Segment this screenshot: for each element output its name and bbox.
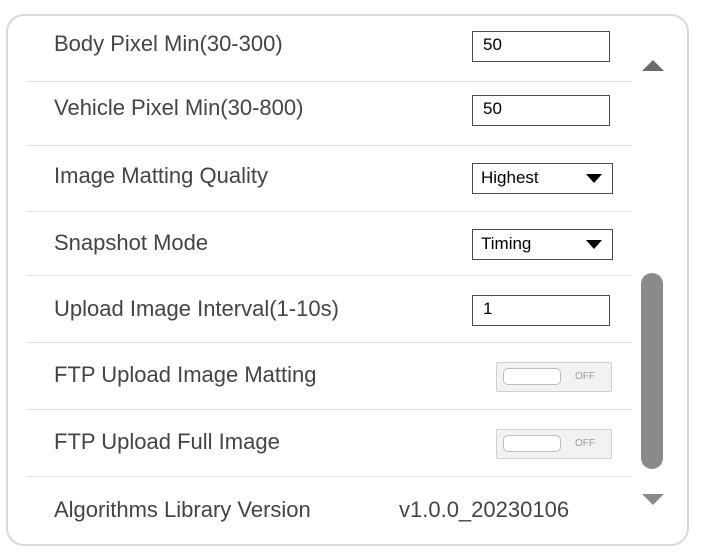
image-matting-quality-select[interactable]: Highest [472,163,613,194]
vehicle-pixel-min-label: Vehicle Pixel Min(30-800) [54,95,304,120]
ftp-upload-image-matting-toggle[interactable]: OFF [496,362,612,392]
scrollbar-thumb[interactable] [641,273,663,469]
upload-image-interval-input[interactable]: 1 [472,295,610,326]
row-upload-image-interval: Upload Image Interval(1-10s) 1 [26,276,632,343]
caret-down-icon [586,174,602,183]
snapshot-mode-label: Snapshot Mode [54,230,209,255]
toggle-knob [503,435,561,452]
row-algorithms-library-version: Algorithms Library Version v1.0.0_202301… [26,477,632,543]
body-pixel-min-input[interactable]: 50 [472,31,610,62]
settings-panel: Body Pixel Min(30-300) 50 Vehicle Pixel … [6,14,689,546]
upload-image-interval-label: Upload Image Interval(1-10s) [54,296,339,321]
algorithms-library-version-value: v1.0.0_20230106 [399,497,570,522]
ftp-upload-full-image-label: FTP Upload Full Image [54,429,280,454]
ftp-upload-full-image-toggle[interactable]: OFF [496,429,612,459]
row-snapshot-mode: Snapshot Mode Timing [26,212,632,276]
ftp-upload-image-matting-label: FTP Upload Image Matting [54,362,317,387]
snapshot-mode-value: Timing [481,234,532,253]
triangle-up-icon[interactable] [642,60,664,71]
row-image-matting-quality: Image Matting Quality Highest [26,146,632,212]
triangle-down-icon[interactable] [642,494,664,505]
snapshot-mode-select[interactable]: Timing [472,229,613,260]
image-matting-quality-value: Highest [481,168,539,187]
row-ftp-upload-image-matting: FTP Upload Image Matting OFF [26,343,632,410]
toggle-knob [503,368,561,385]
row-vehicle-pixel-min: Vehicle Pixel Min(30-800) 50 [26,82,632,146]
row-ftp-upload-full-image: FTP Upload Full Image OFF [26,410,632,477]
body-pixel-min-label: Body Pixel Min(30-300) [54,31,283,56]
caret-down-icon [586,240,602,249]
algorithms-library-version-label: Algorithms Library Version [54,497,311,522]
toggle-state-label: OFF [575,371,595,382]
vehicle-pixel-min-input[interactable]: 50 [472,95,610,126]
toggle-state-label: OFF [575,438,595,449]
image-matting-quality-label: Image Matting Quality [54,163,268,188]
row-body-pixel-min: Body Pixel Min(30-300) 50 [26,16,632,82]
